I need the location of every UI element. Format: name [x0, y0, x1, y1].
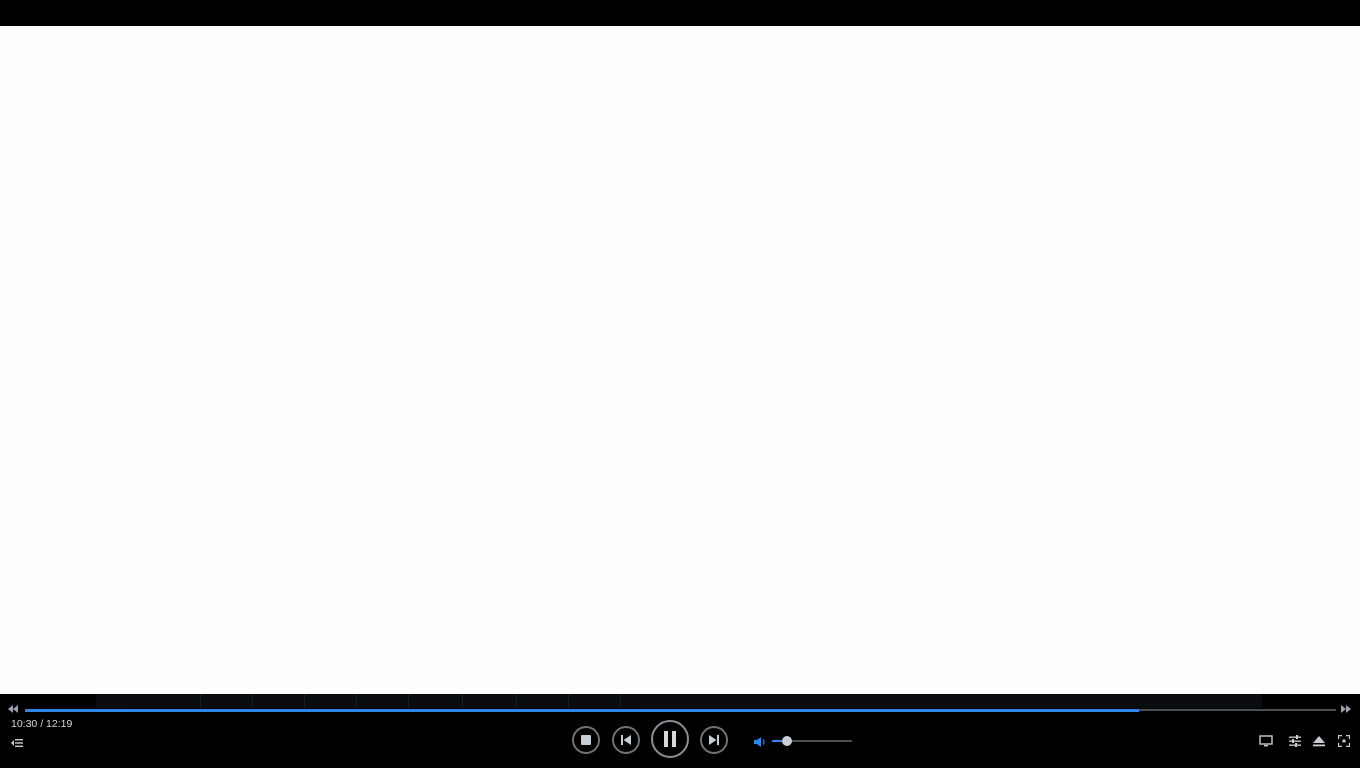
next-track-icon: [709, 735, 719, 745]
playlist-button[interactable]: [10, 736, 24, 748]
playlist-icon: [11, 739, 23, 747]
title-bar: [0, 0, 1360, 26]
control-bar: 10:30 / 12:19: [0, 694, 1360, 768]
volume-slider[interactable]: [772, 736, 852, 746]
time-display: 10:30 / 12:19: [11, 718, 72, 730]
stop-button[interactable]: [572, 726, 600, 754]
total-time: 12:19: [46, 718, 73, 730]
fullscreen-button[interactable]: [1337, 734, 1351, 748]
next-button[interactable]: [700, 726, 728, 754]
pause-button[interactable]: [651, 720, 689, 758]
seek-bar[interactable]: [25, 708, 1336, 712]
equalizer-icon: [1289, 735, 1301, 747]
fast-forward-button[interactable]: [1339, 704, 1353, 716]
mute-button[interactable]: [753, 735, 767, 747]
fullscreen-icon: [1338, 735, 1350, 747]
pause-icon: [664, 731, 676, 747]
current-time: 10:30: [11, 718, 38, 730]
rewind-icon: [8, 705, 18, 713]
eject-button[interactable]: [1312, 734, 1326, 748]
settings-button[interactable]: [1288, 734, 1302, 748]
seek-progress: [25, 708, 1140, 712]
video-display[interactable]: [0, 26, 1360, 694]
volume-handle[interactable]: [782, 736, 793, 746]
fast-forward-icon: [1341, 705, 1351, 713]
screen-mode-button[interactable]: [1259, 734, 1273, 748]
previous-track-icon: [621, 735, 631, 745]
time-separator: /: [37, 718, 47, 730]
rewind-button[interactable]: [6, 704, 20, 716]
background-taskbar-ghost: [96, 694, 1262, 708]
eject-icon: [1313, 736, 1325, 747]
monitor-icon: [1259, 735, 1273, 747]
speaker-icon: [754, 737, 765, 747]
media-player-window: 10:30 / 12:19: [0, 0, 1360, 768]
previous-button[interactable]: [612, 726, 640, 754]
stop-icon: [581, 735, 591, 745]
